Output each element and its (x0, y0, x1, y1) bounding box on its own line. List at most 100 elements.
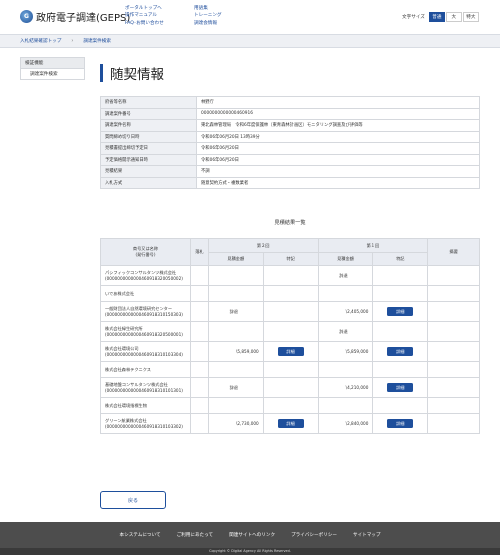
col-header-r2-amount: 見積金額 (207, 252, 264, 266)
site-title: 政府電子調達(GEPS) (36, 13, 131, 24)
col-header-remarks: 摘要 (427, 238, 480, 266)
table-row: 一般財団法人自然環境研究センター (00000000000004609183101… (100, 301, 480, 322)
info-key: 調達案件名称 (100, 119, 197, 132)
r1-note-cell: 詳細 (372, 301, 429, 322)
r1-amount-cell: \5,859,000 (317, 341, 374, 362)
r1-amount-cell: \2,840,000 (317, 413, 374, 434)
detail-button[interactable]: 詳細 (387, 307, 414, 316)
info-value: 不調 (196, 165, 480, 178)
sidebar: 検証機能 調達案件検索 (20, 57, 85, 80)
col-header-name-text: 商号又は名称 (発行番号) (132, 246, 159, 257)
table-row: グリーン航業株式会社 (0000000000000460918310103302)… (100, 413, 480, 434)
info-value: 随意契約方式・複数業者 (196, 176, 480, 189)
footer-link[interactable]: サイトマップ (353, 532, 381, 538)
info-row: 質問締め切り日時 令和06年06月20日 13時39分 (100, 130, 480, 143)
company-cell: 基礎地盤コンサルタンツ株式会社 (000000000000046091831010… (100, 377, 191, 398)
info-key: 入札方式 (100, 176, 197, 189)
case-info-table: 府省等名称 林野庁 調達案件番号 0000000000000460916 調達案件名称東… (100, 96, 480, 189)
font-size-label: 文字サイズ (402, 15, 425, 20)
table-row: 基礎地盤コンサルタンツ株式会社 (000000000000046091831010… (100, 377, 480, 398)
footer-links: 本システムについて ご利用にあたって 関連サイトへのリンク プライバシーポリシー サイト… (0, 532, 500, 538)
remarks-cell (427, 341, 480, 362)
table-row: いであ株式会社 (100, 285, 480, 302)
rank-cell (189, 265, 209, 286)
table-row: 株式会社環境公司 (0000000000000460918310103304) \5… (100, 341, 480, 362)
rank-cell (189, 397, 209, 414)
info-key: 調達案件番号 (100, 107, 197, 120)
r1-note-cell (372, 397, 429, 414)
info-row: 見積書提出締切予定日 令和06年06月20日 (100, 142, 480, 155)
header-nav-primary: ポータルトップへ 操作マニュアル FAQ･お問い合わせ (125, 5, 164, 27)
info-value: 林野庁 (196, 96, 480, 109)
footer-link[interactable]: 本システムについて (120, 532, 161, 538)
info-row: 入札方式 随意契約方式・複数業者 (100, 176, 480, 189)
col-header-name: 商号又は名称 (発行番号) (100, 238, 191, 266)
footer-link[interactable]: ご利用にあたって (177, 532, 214, 538)
table-row: 株式会社緑生研究所 (0000000000000460918320500001) 辞… (100, 321, 480, 342)
geps-logo-icon: G (20, 10, 33, 23)
copyright: Copyright © Digital Agency All Rights Re… (0, 548, 500, 555)
info-row: 調達案件名称 東北森林管理局 令和6年度保護林（東青森林計画区）モニタリング調査及… (100, 119, 480, 132)
r2-note-cell (262, 265, 319, 286)
remarks-cell (427, 301, 480, 322)
r1-note-cell: 詳細 (372, 341, 429, 362)
detail-button[interactable]: 詳細 (277, 419, 304, 428)
rank-cell (189, 361, 209, 378)
info-key: 質問締め切り日時 (100, 130, 197, 143)
detail-button[interactable]: 詳細 (387, 419, 414, 428)
r2-amount-cell (207, 265, 264, 286)
header-nav-secondary: 用語集 トレーニング 調達会情報 (194, 5, 222, 27)
footer-link[interactable]: プライバシーポリシー (291, 532, 337, 538)
sidebar-item-case-search[interactable]: 調達案件検索 (20, 69, 85, 80)
info-key: 府省等名称 (100, 96, 197, 109)
remarks-cell (427, 361, 480, 378)
breadcrumb-case-search[interactable]: 調達案件検索 (83, 38, 111, 44)
company-cell: 株式会社緑生研究所 (0000000000000460918320500001) (100, 321, 191, 342)
detail-button[interactable]: 詳細 (277, 347, 304, 356)
col-header-round1: 第１回 (317, 238, 429, 253)
back-button[interactable]: 戻る (100, 491, 166, 509)
remarks-cell (427, 321, 480, 342)
font-size-large-button[interactable]: 大 (445, 12, 462, 22)
r1-amount-cell: \2,405,000 (317, 301, 374, 322)
breadcrumb-result-top[interactable]: 入札結果確認トップ (20, 38, 61, 44)
rank-cell (189, 341, 209, 362)
company-cell: 株式会社環境公司 (0000000000000460918310103304) (100, 341, 191, 362)
col-header-r2-note: 特記 (262, 252, 319, 266)
info-value: 令和06年06月20日 (196, 153, 480, 166)
sidebar-heading: 検証機能 (20, 57, 85, 69)
rank-cell (189, 285, 209, 302)
nav-portal-top[interactable]: ポータルトップへ (125, 5, 164, 12)
r2-note-cell (262, 321, 319, 342)
detail-button[interactable]: 詳細 (387, 383, 414, 392)
remarks-cell (427, 377, 480, 398)
nav-faq[interactable]: FAQ･お問い合わせ (125, 20, 164, 27)
detail-button[interactable]: 詳細 (387, 347, 414, 356)
r2-note-cell (262, 377, 319, 398)
company-cell: 株式会社環境指標生物 (100, 397, 191, 414)
site-logo[interactable]: G 政府電子調達(GEPS) (20, 9, 130, 24)
info-key: 見積結果 (100, 165, 197, 178)
remarks-cell (427, 397, 480, 414)
nav-glossary[interactable]: 用語集 (194, 5, 222, 12)
font-size-xlarge-button[interactable]: 特大 (462, 12, 479, 22)
font-size-normal-button[interactable]: 普通 (428, 12, 445, 22)
info-value: 令和06年06月20日 (196, 142, 480, 155)
rank-cell (189, 377, 209, 398)
nav-procurement-info[interactable]: 調達会情報 (194, 20, 222, 27)
r1-note-cell (372, 361, 429, 378)
company-code: (0000000000000460918310103302) (105, 423, 183, 429)
nav-manual[interactable]: 操作マニュアル (125, 12, 164, 19)
r1-amount-cell: 辞退 (317, 321, 374, 342)
r2-note-cell: 詳細 (262, 413, 319, 434)
page-title: 随契情報 (110, 67, 164, 83)
r2-note-cell (262, 301, 319, 322)
r1-note-cell: 詳細 (372, 413, 429, 434)
footer-link[interactable]: 関連サイトへのリンク (229, 532, 275, 538)
col-header-rank: 落札 (189, 238, 209, 266)
company-code: (0000000000000460918310101301) (105, 387, 183, 393)
r2-note-cell (262, 397, 319, 414)
info-key: 予定価格開示通知日時 (100, 153, 197, 166)
nav-training[interactable]: トレーニング (194, 12, 222, 19)
rank-cell (189, 321, 209, 342)
